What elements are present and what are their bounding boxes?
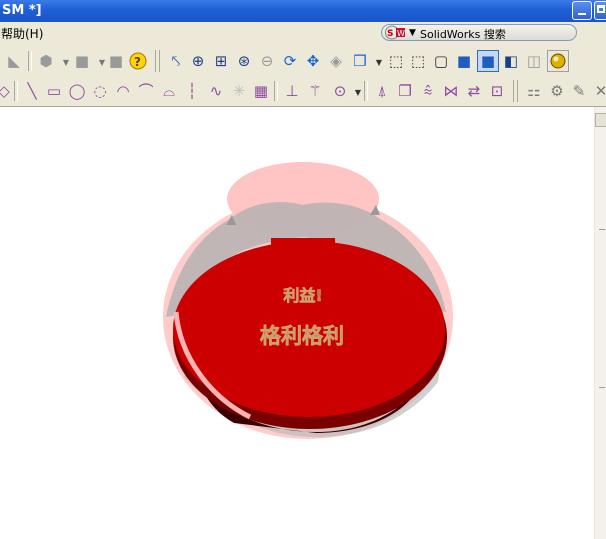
- spline-icon[interactable]: ∿: [206, 81, 226, 101]
- search-dropdown-arrow-icon[interactable]: ▼: [409, 28, 416, 38]
- wireframe-icon[interactable]: ⬚: [386, 51, 406, 71]
- toolbar-grip[interactable]: [513, 80, 518, 102]
- cut-icon[interactable]: ■: [72, 51, 92, 71]
- scroll-up-button[interactable]: [595, 113, 606, 127]
- maximize-button[interactable]: [594, 1, 606, 20]
- linear-pattern-icon[interactable]: ⊡: [487, 81, 507, 101]
- search-label: SolidWorks 搜索: [420, 28, 506, 41]
- mirror-entities-icon[interactable]: ⍋: [372, 81, 392, 101]
- shaded-with-edges-icon[interactable]: ■: [454, 51, 474, 71]
- window-title: SM *]: [2, 3, 42, 18]
- chamfer-sketch-icon[interactable]: ⚚: [305, 81, 325, 101]
- zoom-in-out-icon[interactable]: ⊛: [234, 51, 254, 71]
- embossed-text-top: 利益!: [283, 286, 322, 305]
- toolbar-separator: [274, 81, 278, 101]
- shaded-icon[interactable]: ■: [477, 50, 499, 72]
- zoom-area-icon[interactable]: ⊞: [211, 51, 231, 71]
- scroll-tick: [599, 229, 605, 230]
- arc-icon[interactable]: ◠: [113, 81, 133, 101]
- extend-entities-icon[interactable]: ⋈: [441, 81, 461, 101]
- smart-dimension-icon[interactable]: ◣: [4, 51, 24, 71]
- toolbar-grip[interactable]: [155, 50, 160, 72]
- line-icon[interactable]: ╲: [22, 81, 42, 101]
- display-relations-icon[interactable]: ⚏: [524, 81, 544, 101]
- trim-entities-icon[interactable]: ⩯: [418, 81, 438, 101]
- perimeter-circle-icon[interactable]: ◌: [90, 81, 110, 101]
- minimize-icon: [578, 13, 586, 15]
- repair-sketch-icon[interactable]: ⚙: [547, 81, 567, 101]
- minimize-button[interactable]: [572, 1, 592, 20]
- sketch-icon[interactable]: ◇: [0, 81, 14, 101]
- menu-help[interactable]: 帮助(H): [1, 25, 43, 42]
- extrude-icon[interactable]: ⬢: [36, 51, 56, 71]
- vertical-scrollbar[interactable]: [594, 107, 606, 539]
- zoom-fit-icon[interactable]: ⊕: [188, 51, 208, 71]
- rectangle-icon[interactable]: ▭: [44, 81, 64, 101]
- graphics-viewport[interactable]: 利益! 格利格利: [0, 107, 594, 539]
- point-icon[interactable]: ✳: [229, 81, 249, 101]
- realview-icon[interactable]: [547, 50, 569, 72]
- fillet-sketch-icon[interactable]: ⊥: [282, 81, 302, 101]
- offset-entities-icon[interactable]: ⊙: [330, 81, 350, 101]
- svg-text:W: W: [397, 29, 405, 38]
- solidworks-logo-icon: S W: [385, 25, 405, 40]
- view-orientation-icon[interactable]: ❒: [350, 51, 370, 71]
- rapid-sketch-icon[interactable]: ✎: [569, 81, 589, 101]
- 3d-model[interactable]: 利益! 格利格利: [0, 107, 594, 539]
- maximize-icon: [597, 5, 605, 13]
- section-view-icon[interactable]: ◫: [524, 51, 544, 71]
- solidworks-search[interactable]: S W ▼ SolidWorks 搜索: [381, 24, 577, 41]
- toolbar-separator: [14, 81, 18, 101]
- help-icon[interactable]: ?: [128, 51, 148, 71]
- sketch-text-icon[interactable]: ▦: [251, 81, 271, 101]
- move-entities-icon[interactable]: ⇄: [464, 81, 484, 101]
- view-toolbar: ◣ ⬢ ▼ ■ ▼ ■ ? ⤣ ⊕ ⊞ ⊛ ⊖ ⟳ ✥ ◈ ❒ ▼ ⬚ ⬚ ▢ …: [0, 45, 606, 78]
- shadows-icon[interactable]: ◧: [501, 51, 521, 71]
- three-point-arc-icon[interactable]: ⌓: [159, 81, 179, 101]
- tangent-arc-icon[interactable]: ⌒: [136, 81, 156, 101]
- scroll-tick: [599, 387, 605, 388]
- convert-entities-icon[interactable]: ❐: [395, 81, 415, 101]
- sketch-toolbar: ◇ ╲ ▭ ◯ ◌ ◠ ⌒ ⌓ ┆ ∿ ✳ ▦ ⊥ ⚚ ⊙ ▼ ⍋ ❐ ⩯ ⋈ …: [0, 77, 606, 107]
- svg-text:S: S: [387, 29, 393, 39]
- embossed-text-main: 格利格利: [260, 324, 344, 348]
- rotate-icon[interactable]: ⟳: [280, 51, 300, 71]
- more-tools-icon[interactable]: ✕: [591, 81, 606, 101]
- toolbar-separator: [28, 51, 32, 71]
- hidden-lines-removed-icon[interactable]: ▢: [431, 51, 451, 71]
- pan-icon[interactable]: ✥: [303, 51, 323, 71]
- lid-tab: [271, 238, 335, 264]
- previous-view-icon[interactable]: ⤣: [166, 51, 186, 71]
- title-bar: SM *]: [0, 0, 606, 22]
- centerline-icon[interactable]: ┆: [182, 81, 202, 101]
- 3d-drawing-view-icon[interactable]: ◈: [326, 51, 346, 71]
- toolbar-separator: [364, 81, 368, 101]
- svg-text:?: ?: [134, 55, 141, 69]
- circle-icon[interactable]: ◯: [67, 81, 87, 101]
- fillet-icon[interactable]: ■: [106, 51, 126, 71]
- zoom-selection-icon[interactable]: ⊖: [257, 51, 277, 71]
- hidden-lines-visible-icon[interactable]: ⬚: [408, 51, 428, 71]
